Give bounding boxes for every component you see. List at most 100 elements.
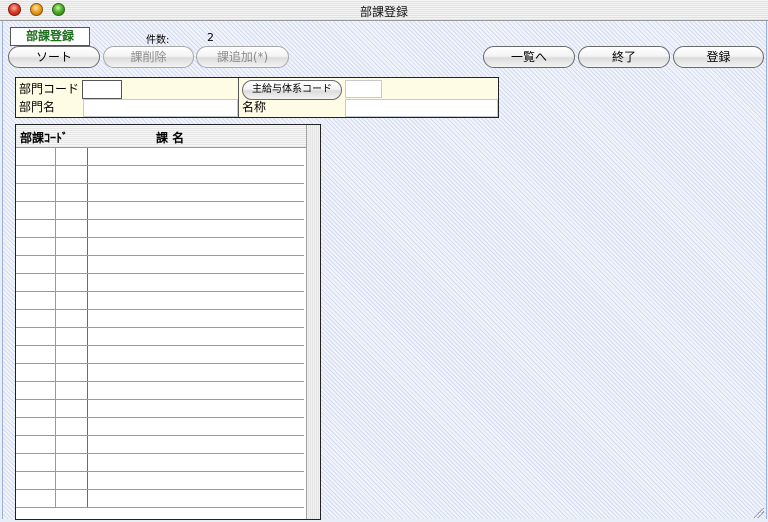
table-row[interactable] bbox=[16, 256, 304, 274]
section-code-cell[interactable] bbox=[16, 472, 56, 489]
table-row[interactable] bbox=[16, 328, 304, 346]
section-code-sub-cell[interactable] bbox=[56, 292, 88, 309]
section-code-cell[interactable] bbox=[16, 238, 56, 255]
dept-name-input[interactable] bbox=[83, 99, 238, 117]
section-name-cell[interactable] bbox=[89, 472, 304, 489]
section-code-cell[interactable] bbox=[16, 364, 56, 381]
section-code-cell[interactable] bbox=[16, 310, 56, 327]
table-row[interactable] bbox=[16, 454, 304, 472]
section-code-sub-cell[interactable] bbox=[56, 454, 88, 471]
section-code-cell[interactable] bbox=[16, 346, 56, 363]
section-name-cell[interactable] bbox=[89, 202, 304, 219]
section-name-cell[interactable] bbox=[89, 256, 304, 273]
table-row[interactable] bbox=[16, 148, 304, 166]
section-code-cell[interactable] bbox=[16, 166, 56, 183]
table-row[interactable] bbox=[16, 184, 304, 202]
table-row[interactable] bbox=[16, 436, 304, 454]
record-count-label: 件数: bbox=[146, 35, 170, 46]
section-code-cell[interactable] bbox=[16, 436, 56, 453]
column-header-section-code[interactable]: 部課ｺｰﾄﾞ bbox=[20, 129, 68, 146]
register-button[interactable]: 登録 bbox=[673, 46, 764, 68]
section-name-cell[interactable] bbox=[89, 418, 304, 435]
section-list[interactable]: 部課ｺｰﾄﾞ 課 名 bbox=[15, 124, 321, 520]
section-code-cell[interactable] bbox=[16, 454, 56, 471]
section-name-cell[interactable] bbox=[89, 220, 304, 237]
section-code-sub-cell[interactable] bbox=[56, 256, 88, 273]
table-row[interactable] bbox=[16, 400, 304, 418]
section-code-sub-cell[interactable] bbox=[56, 274, 88, 291]
table-row[interactable] bbox=[16, 166, 304, 184]
resize-grip-icon[interactable] bbox=[754, 508, 764, 518]
table-row[interactable] bbox=[16, 382, 304, 400]
section-code-sub-cell[interactable] bbox=[56, 310, 88, 327]
column-header-section-name[interactable]: 課 名 bbox=[156, 129, 184, 146]
table-row[interactable] bbox=[16, 472, 304, 490]
section-code-cell[interactable] bbox=[16, 400, 56, 417]
salary-system-code-input[interactable] bbox=[345, 80, 382, 98]
exit-button[interactable]: 終了 bbox=[578, 46, 670, 68]
section-name-cell[interactable] bbox=[89, 148, 304, 165]
section-code-sub-cell[interactable] bbox=[56, 400, 88, 417]
section-code-sub-cell[interactable] bbox=[56, 202, 88, 219]
section-name-cell[interactable] bbox=[89, 454, 304, 471]
section-code-sub-cell[interactable] bbox=[56, 436, 88, 453]
table-row[interactable] bbox=[16, 220, 304, 238]
section-code-cell[interactable] bbox=[16, 490, 56, 507]
add-section-button[interactable]: 課追加(*) bbox=[196, 46, 289, 68]
section-code-sub-cell[interactable] bbox=[56, 166, 88, 183]
section-name-cell[interactable] bbox=[89, 274, 304, 291]
section-code-cell[interactable] bbox=[16, 256, 56, 273]
section-name-cell[interactable] bbox=[89, 292, 304, 309]
section-code-cell[interactable] bbox=[16, 184, 56, 201]
table-row[interactable] bbox=[16, 418, 304, 436]
title-bar: 部課登録 bbox=[0, 0, 768, 21]
section-code-sub-cell[interactable] bbox=[56, 364, 88, 381]
section-code-sub-cell[interactable] bbox=[56, 490, 88, 507]
section-code-sub-cell[interactable] bbox=[56, 418, 88, 435]
table-row[interactable] bbox=[16, 292, 304, 310]
section-code-sub-cell[interactable] bbox=[56, 184, 88, 201]
section-code-cell[interactable] bbox=[16, 382, 56, 399]
record-count-value: 2 bbox=[207, 31, 214, 44]
table-row[interactable] bbox=[16, 310, 304, 328]
section-name-cell[interactable] bbox=[89, 400, 304, 417]
list-scrollbar[interactable] bbox=[306, 125, 320, 519]
section-code-cell[interactable] bbox=[16, 292, 56, 309]
section-code-sub-cell[interactable] bbox=[56, 220, 88, 237]
section-name-cell[interactable] bbox=[89, 382, 304, 399]
salary-system-code-button[interactable]: 主給与体系コード bbox=[242, 80, 342, 100]
section-name-cell[interactable] bbox=[89, 346, 304, 363]
table-row[interactable] bbox=[16, 238, 304, 256]
section-code-cell[interactable] bbox=[16, 202, 56, 219]
name-input[interactable] bbox=[345, 99, 498, 117]
section-code-sub-cell[interactable] bbox=[56, 238, 88, 255]
section-code-sub-cell[interactable] bbox=[56, 346, 88, 363]
section-name-cell[interactable] bbox=[89, 328, 304, 345]
section-name-cell[interactable] bbox=[89, 310, 304, 327]
section-code-sub-cell[interactable] bbox=[56, 472, 88, 489]
section-code-sub-cell[interactable] bbox=[56, 328, 88, 345]
table-row[interactable] bbox=[16, 202, 304, 220]
table-row[interactable] bbox=[16, 490, 304, 508]
section-name-cell[interactable] bbox=[89, 166, 304, 183]
delete-section-button[interactable]: 課削除 bbox=[103, 46, 194, 68]
section-name-cell[interactable] bbox=[89, 364, 304, 381]
section-code-cell[interactable] bbox=[16, 418, 56, 435]
section-name-cell[interactable] bbox=[89, 490, 304, 507]
list-header: 部課ｺｰﾄﾞ 課 名 bbox=[16, 125, 306, 148]
section-code-cell[interactable] bbox=[16, 148, 56, 165]
section-code-cell[interactable] bbox=[16, 220, 56, 237]
section-code-cell[interactable] bbox=[16, 274, 56, 291]
section-code-cell[interactable] bbox=[16, 328, 56, 345]
section-name-cell[interactable] bbox=[89, 238, 304, 255]
list-view-button[interactable]: 一覧へ bbox=[483, 46, 575, 68]
table-row[interactable] bbox=[16, 364, 304, 382]
dept-code-input[interactable] bbox=[82, 80, 122, 99]
section-code-sub-cell[interactable] bbox=[56, 148, 88, 165]
section-name-cell[interactable] bbox=[89, 436, 304, 453]
section-name-cell[interactable] bbox=[89, 184, 304, 201]
section-code-sub-cell[interactable] bbox=[56, 382, 88, 399]
table-row[interactable] bbox=[16, 346, 304, 364]
table-row[interactable] bbox=[16, 274, 304, 292]
sort-button[interactable]: ソート bbox=[8, 46, 100, 68]
